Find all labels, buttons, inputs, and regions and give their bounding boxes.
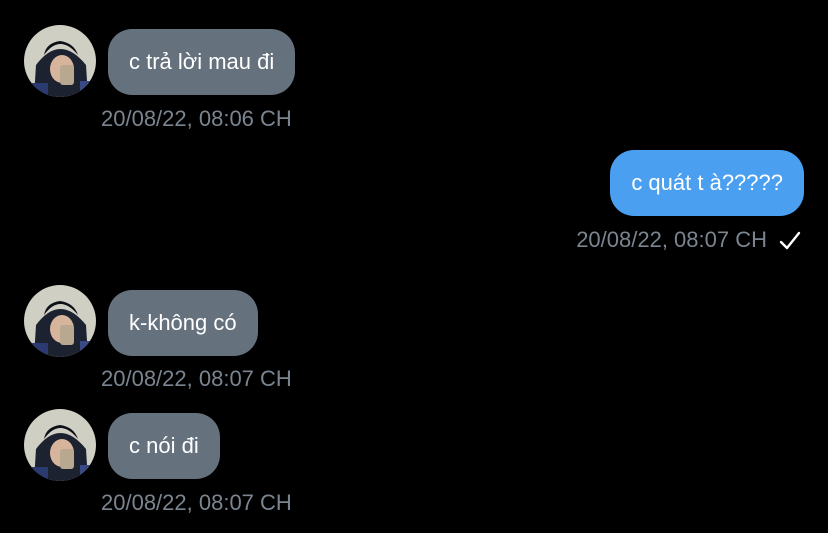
message-bubble[interactable]: c quát t à????? <box>610 150 804 216</box>
message-timestamp: 20/08/22, 08:07 CH <box>576 227 767 252</box>
checkmark-icon <box>779 231 801 250</box>
message-text: c trả lời mau đi <box>129 49 275 74</box>
sender-avatar[interactable] <box>24 25 96 97</box>
message-bubble[interactable]: k-không có <box>108 290 258 356</box>
message-text: k-không có <box>129 310 237 335</box>
message-timestamp: 20/08/22, 08:07 CH <box>101 366 292 391</box>
message-bubble[interactable]: c trả lời mau đi <box>108 29 296 95</box>
message-timestamp: 20/08/22, 08:06 CH <box>101 106 292 131</box>
message-text: c quát t à????? <box>631 170 783 195</box>
message-timestamp: 20/08/22, 08:07 CH <box>101 490 292 515</box>
sender-avatar[interactable] <box>24 285 96 357</box>
message-bubble[interactable]: c nói đi <box>108 413 220 479</box>
sender-avatar[interactable] <box>24 409 96 481</box>
message-text: c nói đi <box>129 433 199 458</box>
